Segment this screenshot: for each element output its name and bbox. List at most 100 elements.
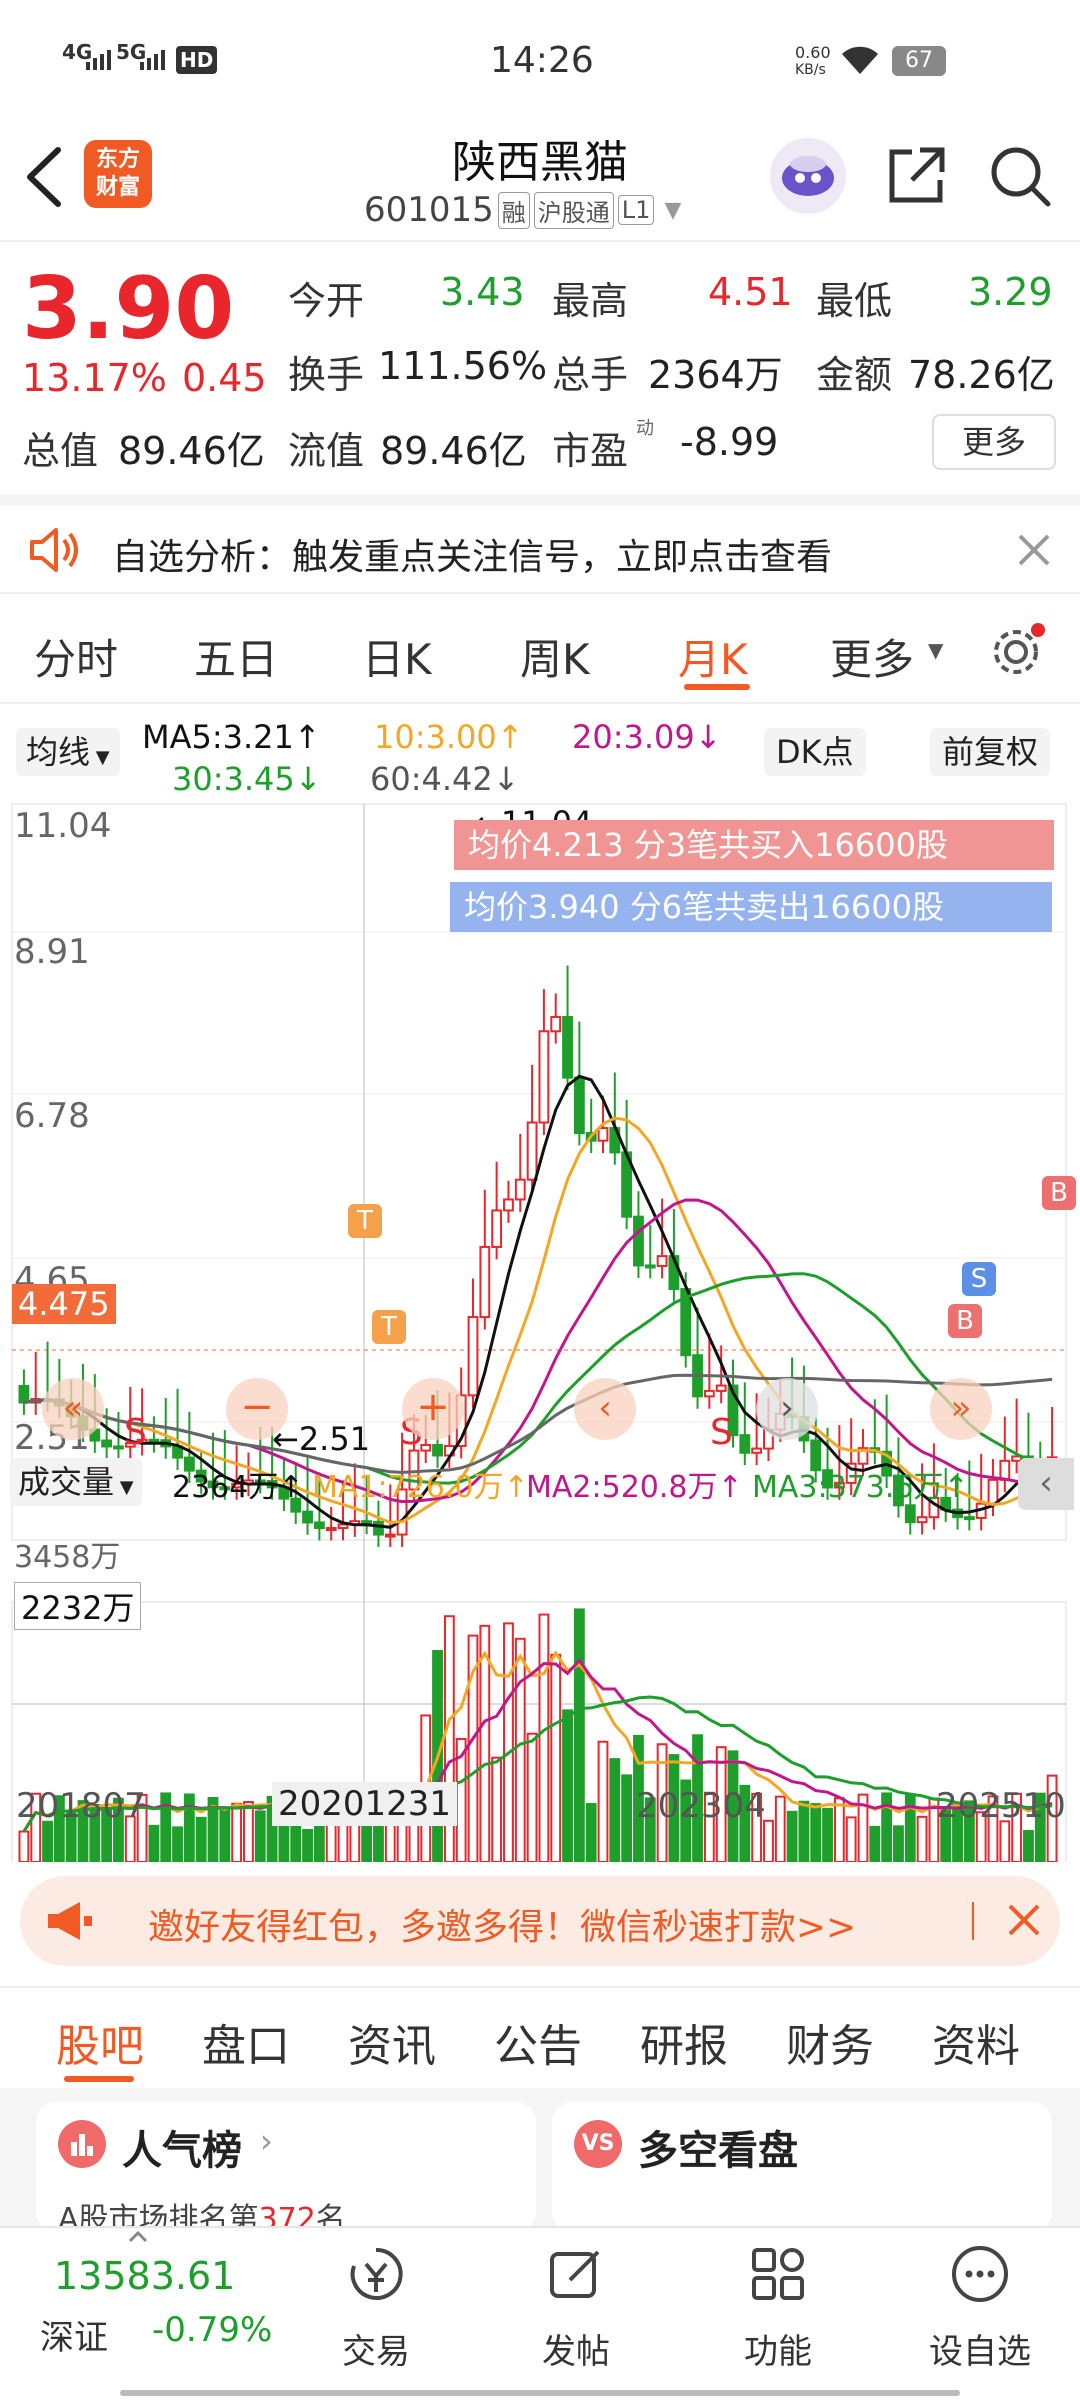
high-value: 4.51 xyxy=(708,270,793,314)
volume-bar xyxy=(763,1819,774,1862)
scroll-right-button[interactable]: › xyxy=(756,1378,818,1440)
mktcap-label: 总值 xyxy=(22,429,99,473)
volume-bar xyxy=(18,1830,30,1862)
tab-five-day[interactable]: 五日 xyxy=(194,626,278,687)
volume-indicator-button[interactable]: 成交量 ▼ xyxy=(10,1458,142,1506)
battery-icon: 67 xyxy=(892,46,946,76)
tab-intraday[interactable]: 分时 xyxy=(34,626,118,687)
popularity-card[interactable]: 人气榜 › A股市场排名第372名 xyxy=(36,2102,536,2237)
close-icon[interactable] xyxy=(1014,530,1054,570)
candle-body xyxy=(101,1439,113,1448)
tab-announcements[interactable]: 公告 xyxy=(494,2010,582,2074)
candle-body xyxy=(562,1015,573,1079)
min-price-label: ←2.51 xyxy=(272,1420,371,1458)
tab-daily[interactable]: 日K xyxy=(362,626,432,687)
volume-bar xyxy=(42,1820,53,1862)
zoom-out-button[interactable]: − xyxy=(226,1378,288,1440)
collapse-panel-button[interactable]: ‹ xyxy=(1018,1458,1074,1510)
dk-point-button[interactable]: DK点 xyxy=(764,728,866,776)
volume-bar xyxy=(550,1653,562,1862)
nav-functions-label: 功能 xyxy=(744,2332,812,2372)
ma-selector-button[interactable]: 均线 ▼ xyxy=(16,728,120,776)
trade-icon xyxy=(346,2244,406,2304)
signal-bars-2-icon xyxy=(140,46,166,72)
candles-group xyxy=(18,965,1058,1547)
candle-body xyxy=(325,1527,337,1532)
invite-close-icon[interactable] xyxy=(1004,1900,1044,1940)
volume-bar xyxy=(881,1792,893,1862)
scroll-left-button[interactable]: ‹ xyxy=(574,1378,636,1440)
tab-research[interactable]: 研报 xyxy=(640,2010,728,2074)
nav-add-watchlist-label: 设自选 xyxy=(929,2332,1031,2372)
tab-news[interactable]: 资讯 xyxy=(348,2010,436,2074)
x-label-3: 202304 xyxy=(636,1786,766,1826)
bull-bear-card[interactable]: VS 多空看盘 xyxy=(552,2102,1052,2232)
scroll-first-button[interactable]: « xyxy=(42,1378,104,1440)
clock: 14:26 xyxy=(490,40,594,81)
ma-button-label: 均线 xyxy=(26,733,91,771)
candle-body xyxy=(633,1215,644,1267)
candle-body xyxy=(715,1384,727,1392)
tab-more-arrow-icon: ▼ xyxy=(928,638,944,662)
notice-banner[interactable]: 自选分析：触发重点关注信号，立即点击查看 xyxy=(0,494,1080,594)
tag-margin: 融 xyxy=(497,191,530,229)
volume-bar xyxy=(810,1803,822,1862)
quote-panel: 3.90 13.17% 0.45 总值 89.46亿 今开 3.43 最高 4.… xyxy=(0,244,1080,490)
tab-more[interactable]: 更多 xyxy=(830,626,914,687)
tab-profile[interactable]: 资料 xyxy=(932,2010,1020,2074)
wifi-icon xyxy=(840,44,880,80)
volume-bar xyxy=(302,1828,313,1862)
index-change[interactable]: -0.79% xyxy=(152,2310,272,2350)
volume-bar xyxy=(869,1825,881,1862)
tag-hk-connect: 沪股通 xyxy=(533,191,614,229)
adjust-button[interactable]: 前复权 xyxy=(930,728,1051,776)
volume-bar xyxy=(904,1793,916,1862)
pe-label: 市盈 xyxy=(552,429,629,473)
candle-body xyxy=(904,1504,916,1524)
expand-arrow-icon[interactable] xyxy=(128,2228,148,2243)
settings-gear-icon[interactable] xyxy=(988,620,1048,680)
net-speed: 0.60 xyxy=(795,43,831,62)
invite-banner[interactable]: 邀好友得红包，多邀多得！微信秒速打款>> xyxy=(20,1876,1060,1966)
candle-body xyxy=(538,1030,550,1124)
search-icon[interactable] xyxy=(988,144,1052,208)
amount-value: 78.26亿 xyxy=(908,353,1055,397)
more-button[interactable]: 更多 xyxy=(932,414,1056,470)
volume-bar xyxy=(538,1613,550,1862)
volume-bar xyxy=(786,1810,798,1862)
pe-superscript: 动 xyxy=(636,418,654,439)
stock-code: 601015 xyxy=(364,190,494,230)
stock-header: 东方 财富 陕西黑猫 601015 融 沪股通 L1 ▼ xyxy=(0,120,1080,242)
volume-bar xyxy=(609,1758,621,1862)
candle-body xyxy=(361,1520,373,1525)
tab-financials[interactable]: 财务 xyxy=(786,2010,874,2074)
ai-assistant-icon[interactable] xyxy=(770,138,846,214)
divider xyxy=(972,1902,974,1940)
index-name[interactable]: 深证 xyxy=(40,2310,108,2359)
scroll-last-button[interactable]: » xyxy=(930,1378,992,1440)
dropdown-icon[interactable]: ▼ xyxy=(664,198,681,223)
candle-body xyxy=(916,1516,928,1524)
candle-body xyxy=(302,1510,313,1524)
tab-monthly[interactable]: 月K xyxy=(678,626,748,687)
kline-svg[interactable] xyxy=(0,802,1080,1862)
volume-cursor-value: 2232万 xyxy=(14,1582,142,1630)
volume-bar xyxy=(1023,1830,1034,1862)
float-label: 流值 xyxy=(288,429,365,473)
zoom-in-button[interactable]: + xyxy=(402,1378,464,1440)
tab-weekly[interactable]: 周K xyxy=(520,626,590,687)
float-value: 89.46亿 xyxy=(380,429,527,473)
tab-orderbook[interactable]: 盘口 xyxy=(202,2010,290,2074)
kline-chart-area[interactable]: 均线 ▼ MA5:3.21↑ 10:3.00↑ 20:3.09↓ 30:3.45… xyxy=(0,706,1080,1862)
share-icon[interactable] xyxy=(884,144,948,208)
tab-forum[interactable]: 股吧 xyxy=(56,2010,144,2074)
hd-badge: HD xyxy=(176,46,218,74)
b-marker-box-2: B xyxy=(1042,1176,1076,1210)
candle-body xyxy=(526,1121,538,1181)
speaker-icon xyxy=(26,522,82,578)
volume-bar xyxy=(148,1824,160,1862)
ma30-value: 30:3.45 xyxy=(172,760,295,798)
tag-level: L1 xyxy=(617,195,655,225)
candle-body xyxy=(18,1385,30,1404)
index-value[interactable]: 13583.61 xyxy=(54,2254,235,2298)
